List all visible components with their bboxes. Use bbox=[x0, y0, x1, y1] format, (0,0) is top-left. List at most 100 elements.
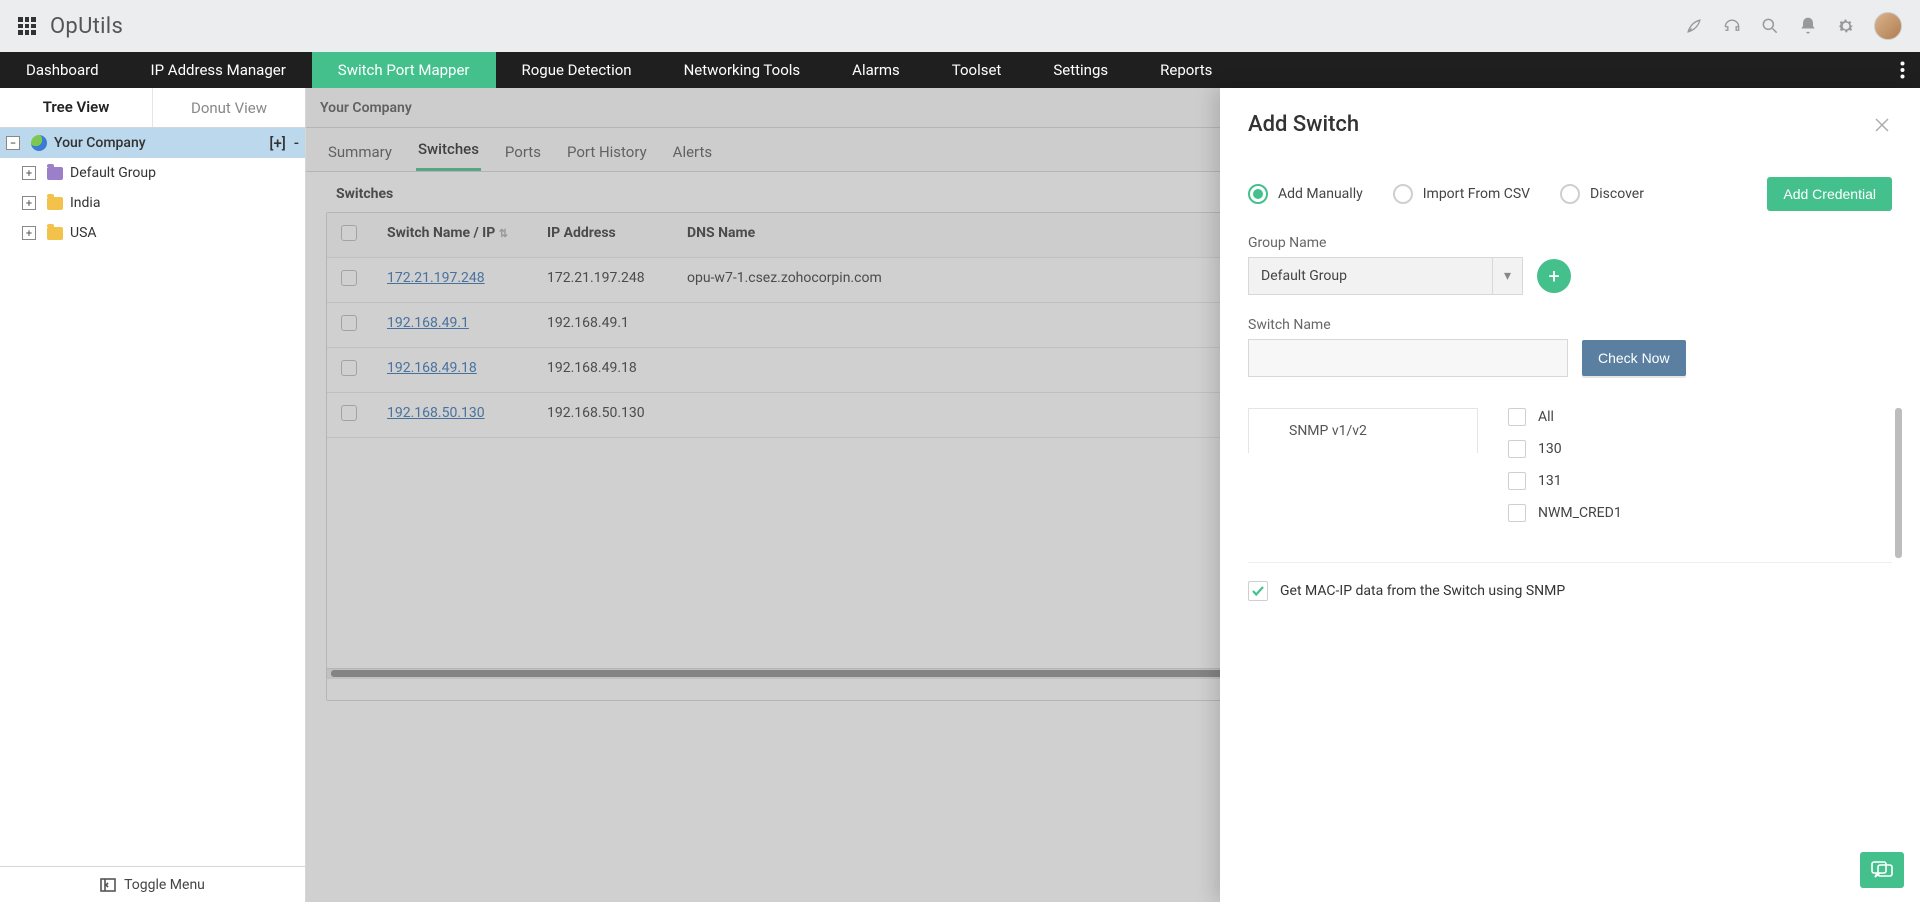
tree-item-usa[interactable]: + USA bbox=[0, 218, 305, 248]
group-name-select[interactable]: Default Group ▾ bbox=[1248, 257, 1523, 295]
group-name-label: Group Name bbox=[1248, 235, 1892, 251]
switch-link[interactable]: 192.168.49.18 bbox=[387, 360, 477, 376]
check-now-button[interactable]: Check Now bbox=[1582, 340, 1686, 376]
tree-collapse-button[interactable]: - bbox=[294, 134, 299, 152]
subtab-alerts[interactable]: Alerts bbox=[671, 143, 715, 171]
check-icon bbox=[1251, 584, 1265, 598]
credential-item-all[interactable]: All bbox=[1508, 408, 1892, 426]
gear-icon[interactable] bbox=[1836, 16, 1856, 36]
mode-add-manually[interactable]: Add Manually bbox=[1248, 184, 1363, 204]
bell-icon[interactable] bbox=[1798, 16, 1818, 36]
add-switch-panel: Add Switch Add Manually Import From CSV bbox=[1220, 88, 1920, 902]
col-switch-name-label: Switch Name / IP bbox=[387, 225, 495, 241]
toggle-menu-button[interactable]: Toggle Menu bbox=[0, 866, 305, 902]
subtab-summary[interactable]: Summary bbox=[326, 143, 394, 171]
nav-alarms[interactable]: Alarms bbox=[826, 52, 926, 88]
apps-grid-icon[interactable] bbox=[18, 17, 36, 35]
nav-networking-tools[interactable]: Networking Tools bbox=[658, 52, 827, 88]
cell-ip: 172.21.197.248 bbox=[533, 258, 673, 303]
select-all-checkbox[interactable] bbox=[341, 225, 357, 241]
search-icon[interactable] bbox=[1760, 16, 1780, 36]
snmp-macip-checkbox[interactable] bbox=[1248, 581, 1268, 601]
subtab-switches[interactable]: Switches bbox=[416, 140, 481, 171]
expand-icon[interactable]: + bbox=[22, 196, 36, 210]
tree-item-india[interactable]: + India bbox=[0, 188, 305, 218]
panel-title: Add Switch bbox=[1248, 112, 1359, 137]
nav-toolset[interactable]: Toolset bbox=[926, 52, 1028, 88]
credential-item[interactable]: 131 bbox=[1508, 472, 1892, 490]
mode-label: Discover bbox=[1590, 186, 1644, 202]
chat-icon bbox=[1871, 861, 1893, 879]
cell-ip: 192.168.50.130 bbox=[533, 393, 673, 438]
folder-icon bbox=[46, 224, 64, 242]
chevron-down-icon: ▾ bbox=[1492, 258, 1522, 294]
row-checkbox[interactable] bbox=[341, 405, 357, 421]
cell-ip: 192.168.49.18 bbox=[533, 348, 673, 393]
nav-overflow-icon[interactable] bbox=[1884, 52, 1920, 88]
toggle-menu-label: Toggle Menu bbox=[124, 877, 205, 893]
rocket-icon[interactable] bbox=[1684, 16, 1704, 36]
tree-root[interactable]: − Your Company [+] - bbox=[0, 128, 305, 158]
checkbox-icon[interactable] bbox=[1508, 472, 1526, 490]
tree-root-label: Your Company bbox=[54, 135, 146, 151]
credential-label: NWM_CRED1 bbox=[1538, 505, 1622, 521]
credential-item[interactable]: 130 bbox=[1508, 440, 1892, 458]
row-checkbox[interactable] bbox=[341, 315, 357, 331]
col-switch-name[interactable]: Switch Name / IP ⇅ bbox=[373, 213, 533, 258]
mode-discover[interactable]: Discover bbox=[1560, 184, 1644, 204]
close-icon[interactable] bbox=[1872, 115, 1892, 135]
add-credential-button[interactable]: Add Credential bbox=[1767, 177, 1892, 211]
group-name-value: Default Group bbox=[1261, 268, 1347, 284]
expand-icon[interactable]: + bbox=[22, 166, 36, 180]
nav-ipam[interactable]: IP Address Manager bbox=[125, 52, 312, 88]
subtab-ports[interactable]: Ports bbox=[503, 143, 543, 171]
toggle-menu-icon bbox=[100, 878, 116, 892]
expand-icon[interactable]: + bbox=[22, 226, 36, 240]
nav-settings[interactable]: Settings bbox=[1027, 52, 1134, 88]
row-checkbox[interactable] bbox=[341, 270, 357, 286]
checkbox-icon[interactable] bbox=[1508, 408, 1526, 426]
radio-checked-icon bbox=[1248, 184, 1268, 204]
add-group-button[interactable]: + bbox=[1537, 259, 1571, 293]
tab-tree-view[interactable]: Tree View bbox=[0, 88, 152, 127]
switch-link[interactable]: 192.168.49.1 bbox=[387, 315, 469, 331]
nav-reports[interactable]: Reports bbox=[1134, 52, 1238, 88]
left-pane: Tree View Donut View − Your Company [+] … bbox=[0, 88, 306, 902]
switch-name-label: Switch Name bbox=[1248, 317, 1892, 333]
checkbox-icon[interactable] bbox=[1508, 504, 1526, 522]
credential-label: 130 bbox=[1538, 441, 1562, 457]
tree-add-button[interactable]: [+] bbox=[269, 134, 285, 152]
credential-label: All bbox=[1538, 409, 1554, 425]
cell-ip: 192.168.49.1 bbox=[533, 303, 673, 348]
checkbox-icon[interactable] bbox=[1508, 440, 1526, 458]
folder-icon bbox=[46, 194, 64, 212]
nav-switch-port-mapper[interactable]: Switch Port Mapper bbox=[312, 52, 496, 88]
radio-icon bbox=[1393, 184, 1413, 204]
vertical-scrollbar[interactable] bbox=[1895, 408, 1902, 558]
radio-icon bbox=[1560, 184, 1580, 204]
sort-icon: ⇅ bbox=[499, 227, 508, 240]
user-avatar[interactable] bbox=[1874, 12, 1902, 40]
credential-list: All 130 131 bbox=[1508, 408, 1892, 522]
tree: − Your Company [+] - + Default Group + I… bbox=[0, 128, 305, 866]
row-checkbox[interactable] bbox=[341, 360, 357, 376]
tree-item-label: India bbox=[70, 195, 100, 211]
tree-item-label: Default Group bbox=[70, 165, 156, 181]
switch-name-input[interactable] bbox=[1248, 339, 1568, 377]
snmp-version-tab[interactable]: SNMP v1/v2 bbox=[1248, 408, 1478, 453]
chat-button[interactable] bbox=[1860, 852, 1904, 888]
credential-item[interactable]: NWM_CRED1 bbox=[1508, 504, 1892, 522]
switch-link[interactable]: 172.21.197.248 bbox=[387, 270, 485, 286]
tab-donut-view[interactable]: Donut View bbox=[152, 88, 305, 127]
switch-link[interactable]: 192.168.50.130 bbox=[387, 405, 485, 421]
tree-item-label: USA bbox=[70, 225, 97, 241]
nav-rogue-detection[interactable]: Rogue Detection bbox=[496, 52, 658, 88]
col-ip[interactable]: IP Address bbox=[533, 213, 673, 258]
nav-dashboard[interactable]: Dashboard bbox=[0, 52, 125, 88]
mode-import-csv[interactable]: Import From CSV bbox=[1393, 184, 1530, 204]
subtab-port-history[interactable]: Port History bbox=[565, 143, 649, 171]
tree-item-default-group[interactable]: + Default Group bbox=[0, 158, 305, 188]
headset-icon[interactable] bbox=[1722, 16, 1742, 36]
credential-label: 131 bbox=[1538, 473, 1562, 489]
collapse-icon[interactable]: − bbox=[6, 136, 20, 150]
